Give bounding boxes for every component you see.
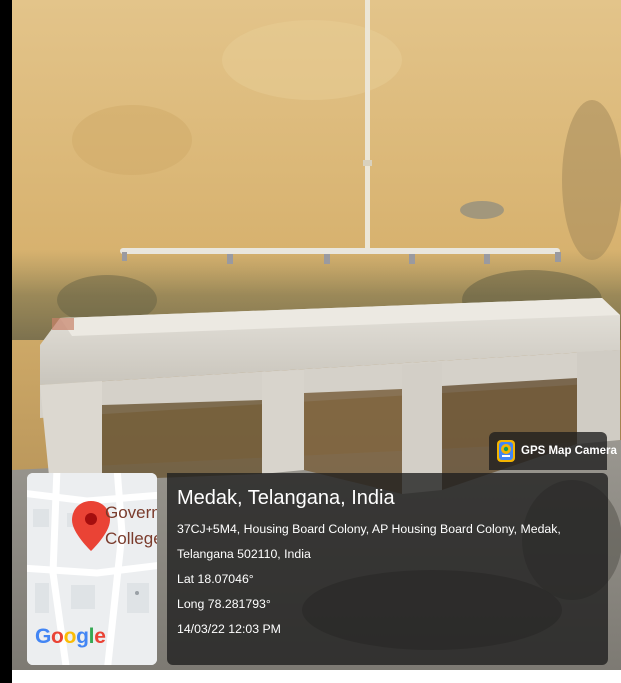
- map-place-line1: Govern: [105, 503, 157, 522]
- timestamp: 14/03/22 12:03 PM: [177, 622, 281, 636]
- water-pipe: [120, 248, 560, 254]
- left-border: [0, 0, 12, 683]
- conduit-pipe: [365, 0, 370, 252]
- location-info-panel: Medak, Telangana, India 37CJ+5M4, Housin…: [167, 473, 608, 665]
- longitude: Long 78.281793°: [177, 597, 271, 611]
- camera-pin-icon: [497, 440, 515, 462]
- gps-map-camera-badge: GPS Map Camera: [489, 432, 617, 470]
- gps-badge-label: GPS Map Camera: [521, 445, 617, 457]
- location-title: Medak, Telangana, India: [177, 487, 395, 509]
- latitude: Lat 18.07046°: [177, 572, 254, 586]
- map-place-line2: College: [105, 529, 157, 548]
- google-logo: Google: [35, 625, 106, 648]
- address-line-1: 37CJ+5M4, Housing Board Colony, AP Housi…: [177, 522, 561, 536]
- photo-frame: GPS Map Camera Govern College Google Med…: [0, 0, 621, 683]
- map-thumbnail[interactable]: Govern College Google: [27, 473, 157, 665]
- location-overlay: Govern College Google Medak, Telangana, …: [27, 469, 608, 665]
- address-line-2: Telangana 502110, India: [177, 547, 311, 561]
